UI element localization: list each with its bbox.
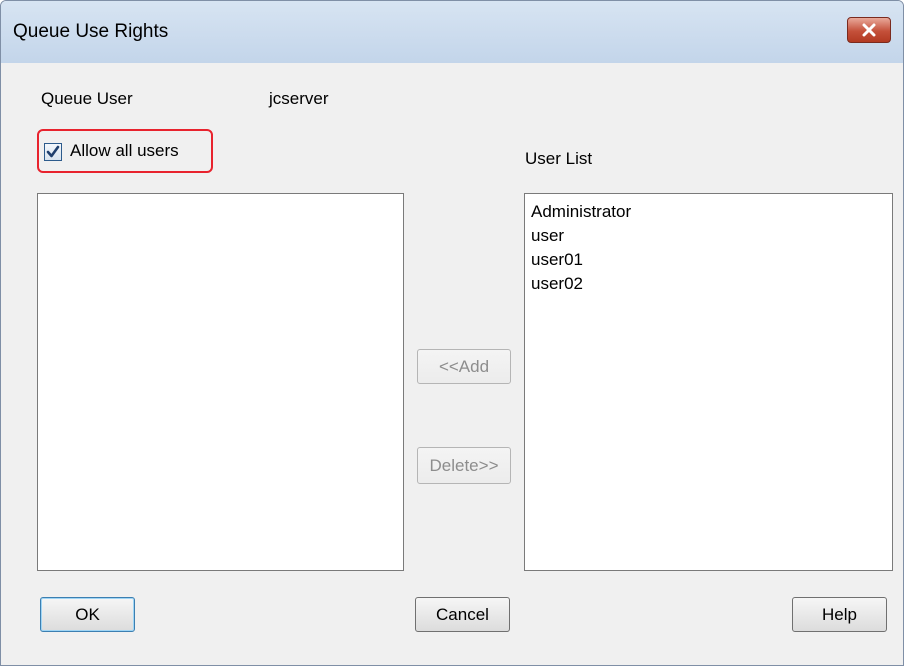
user-list-label: User List bbox=[525, 149, 593, 168]
allowed-users-listbox[interactable] bbox=[37, 193, 404, 571]
dialog-client-area: Queue User jcserver Allow all users User… bbox=[9, 63, 895, 657]
dialog-title: Queue Use Rights bbox=[13, 21, 169, 42]
list-item[interactable]: Administrator bbox=[525, 200, 892, 224]
ok-button[interactable]: OK bbox=[40, 597, 135, 632]
queue-user-label: Queue User bbox=[41, 89, 133, 108]
delete-button[interactable]: Delete>> bbox=[417, 447, 511, 484]
user-listbox[interactable]: Administrator user user01 user02 bbox=[524, 193, 893, 571]
list-item[interactable]: user bbox=[525, 224, 892, 248]
close-icon bbox=[862, 23, 876, 37]
allow-all-users-label[interactable]: Allow all users bbox=[70, 141, 179, 161]
queue-user-value: jcserver bbox=[269, 89, 329, 108]
list-item[interactable]: user01 bbox=[525, 248, 892, 272]
list-item[interactable]: user02 bbox=[525, 272, 892, 296]
checkmark-icon bbox=[46, 145, 60, 158]
add-button[interactable]: <<Add bbox=[417, 349, 511, 384]
title-bar[interactable]: Queue Use Rights bbox=[1, 1, 903, 63]
allow-all-users-checkbox[interactable] bbox=[44, 143, 62, 161]
close-button[interactable] bbox=[847, 17, 891, 43]
cancel-button[interactable]: Cancel bbox=[415, 597, 510, 632]
help-button[interactable]: Help bbox=[792, 597, 887, 632]
dialog-window: Queue Use Rights Queue User jcserver All… bbox=[0, 0, 904, 666]
